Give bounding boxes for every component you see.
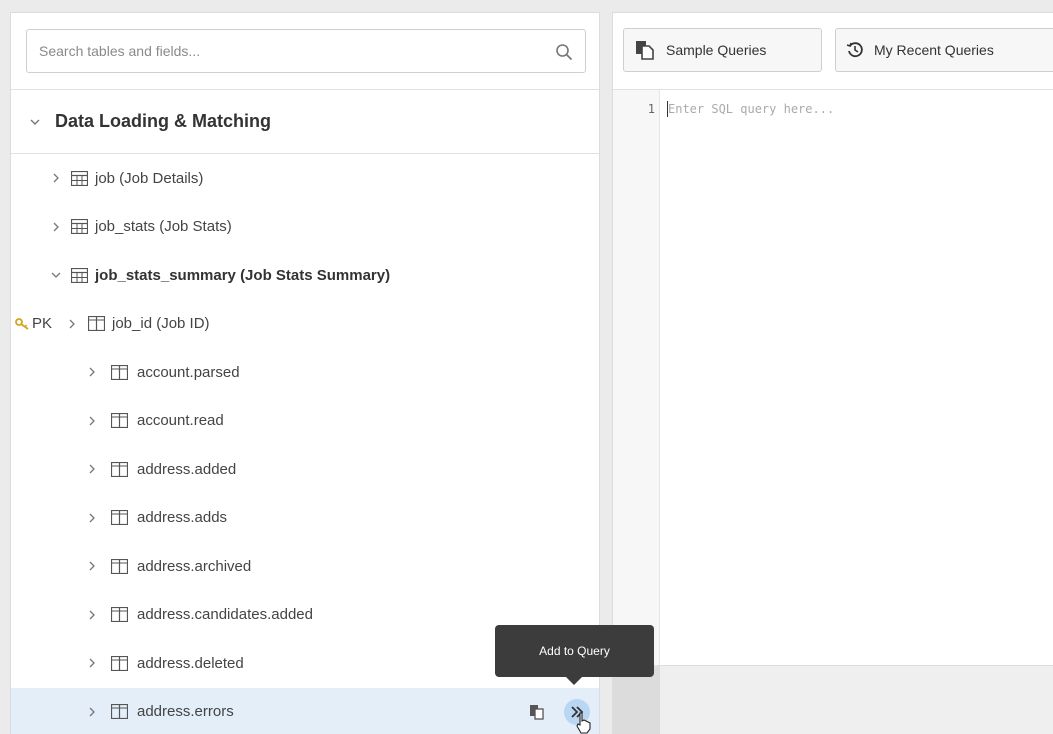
my-recent-queries-button[interactable]: My Recent Queries: [835, 28, 1053, 72]
search-area: [11, 13, 599, 90]
chevron-down-icon[interactable]: [51, 270, 61, 280]
table-row-job[interactable]: job (Job Details): [11, 154, 599, 203]
chevron-right-icon[interactable]: [87, 464, 97, 474]
field-label: address.archived: [137, 557, 252, 575]
table-label: job_stats (Job Stats): [95, 218, 232, 236]
column-icon: [111, 704, 128, 720]
group-header-data-loading[interactable]: Data Loading & Matching: [11, 90, 599, 154]
results-area: [613, 665, 1053, 734]
table-row-job-stats[interactable]: job_stats (Job Stats): [11, 203, 599, 252]
chevron-down-icon[interactable]: [29, 116, 41, 128]
chevron-right-icon[interactable]: [87, 416, 97, 426]
field-row[interactable]: address.adds: [11, 494, 599, 543]
table-label: job (Job Details): [95, 169, 204, 187]
field-row[interactable]: account.parsed: [11, 348, 599, 397]
field-row[interactable]: address.archived: [11, 542, 599, 591]
field-label: address.added: [137, 460, 237, 478]
copy-icon[interactable]: [529, 704, 545, 720]
line-number: 1: [647, 102, 655, 116]
column-icon: [111, 607, 128, 623]
chevron-right-icon[interactable]: [87, 367, 97, 377]
chevron-right-icon[interactable]: [87, 561, 97, 571]
field-row[interactable]: account.read: [11, 397, 599, 446]
line-gutter: 1: [613, 90, 660, 665]
column-icon: [111, 413, 128, 429]
column-icon: [111, 510, 128, 526]
table-label: job_stats_summary (Job Stats Summary): [95, 266, 391, 284]
search-input[interactable]: [27, 30, 585, 72]
editor-toolbar: Sample Queries My Recent Queries: [613, 13, 1053, 90]
tooltip-text: Add to Query: [539, 644, 610, 658]
table-icon: [71, 267, 88, 283]
field-label: address.adds: [137, 509, 228, 527]
sql-editor[interactable]: 1 Enter SQL query here...: [613, 90, 1053, 665]
my-recent-queries-label: My Recent Queries: [874, 42, 994, 58]
chevron-right-icon[interactable]: [51, 222, 61, 232]
chevron-right-icon[interactable]: [87, 658, 97, 668]
chevron-right-icon[interactable]: [51, 173, 61, 183]
history-icon: [846, 42, 863, 58]
field-row-job-id[interactable]: PK job_id (Job ID): [11, 300, 599, 349]
primary-key-badge: PK: [32, 315, 53, 333]
key-icon: [15, 317, 29, 330]
search-icon[interactable]: [555, 43, 573, 61]
column-icon: [88, 316, 105, 332]
column-icon: [111, 461, 128, 477]
pointer-cursor-icon: [576, 711, 591, 734]
sql-placeholder: Enter SQL query here...: [668, 102, 835, 116]
table-icon: [71, 219, 88, 235]
chevron-right-icon[interactable]: [87, 610, 97, 620]
field-row-selected[interactable]: address.errors: [11, 687, 599, 734]
query-editor-panel: Sample Queries My Recent Queries 1 Enter…: [612, 12, 1053, 734]
column-icon: [111, 558, 128, 574]
sample-queries-button[interactable]: Sample Queries: [623, 28, 822, 72]
field-label: account.parsed: [137, 363, 240, 381]
field-label: job_id (Job ID): [112, 315, 210, 333]
group-title: Data Loading & Matching: [55, 111, 271, 131]
chevron-right-icon[interactable]: [67, 319, 77, 329]
field-label: address.candidates.added: [137, 606, 313, 624]
add-to-query-tooltip: Add to Query: [495, 625, 654, 685]
field-label: account.read: [137, 412, 224, 430]
chevron-right-icon[interactable]: [87, 707, 97, 717]
field-label: address.deleted: [137, 654, 244, 672]
sample-queries-label: Sample Queries: [666, 42, 767, 58]
chevron-right-icon[interactable]: [87, 513, 97, 523]
column-icon: [111, 364, 128, 380]
search-box[interactable]: [26, 29, 586, 73]
table-row-job-stats-summary[interactable]: job_stats_summary (Job Stats Summary): [11, 251, 599, 300]
table-icon: [71, 170, 88, 186]
field-label: address.errors: [137, 703, 234, 721]
field-row[interactable]: address.added: [11, 445, 599, 494]
column-icon: [111, 655, 128, 671]
sample-queries-icon: [636, 41, 654, 60]
